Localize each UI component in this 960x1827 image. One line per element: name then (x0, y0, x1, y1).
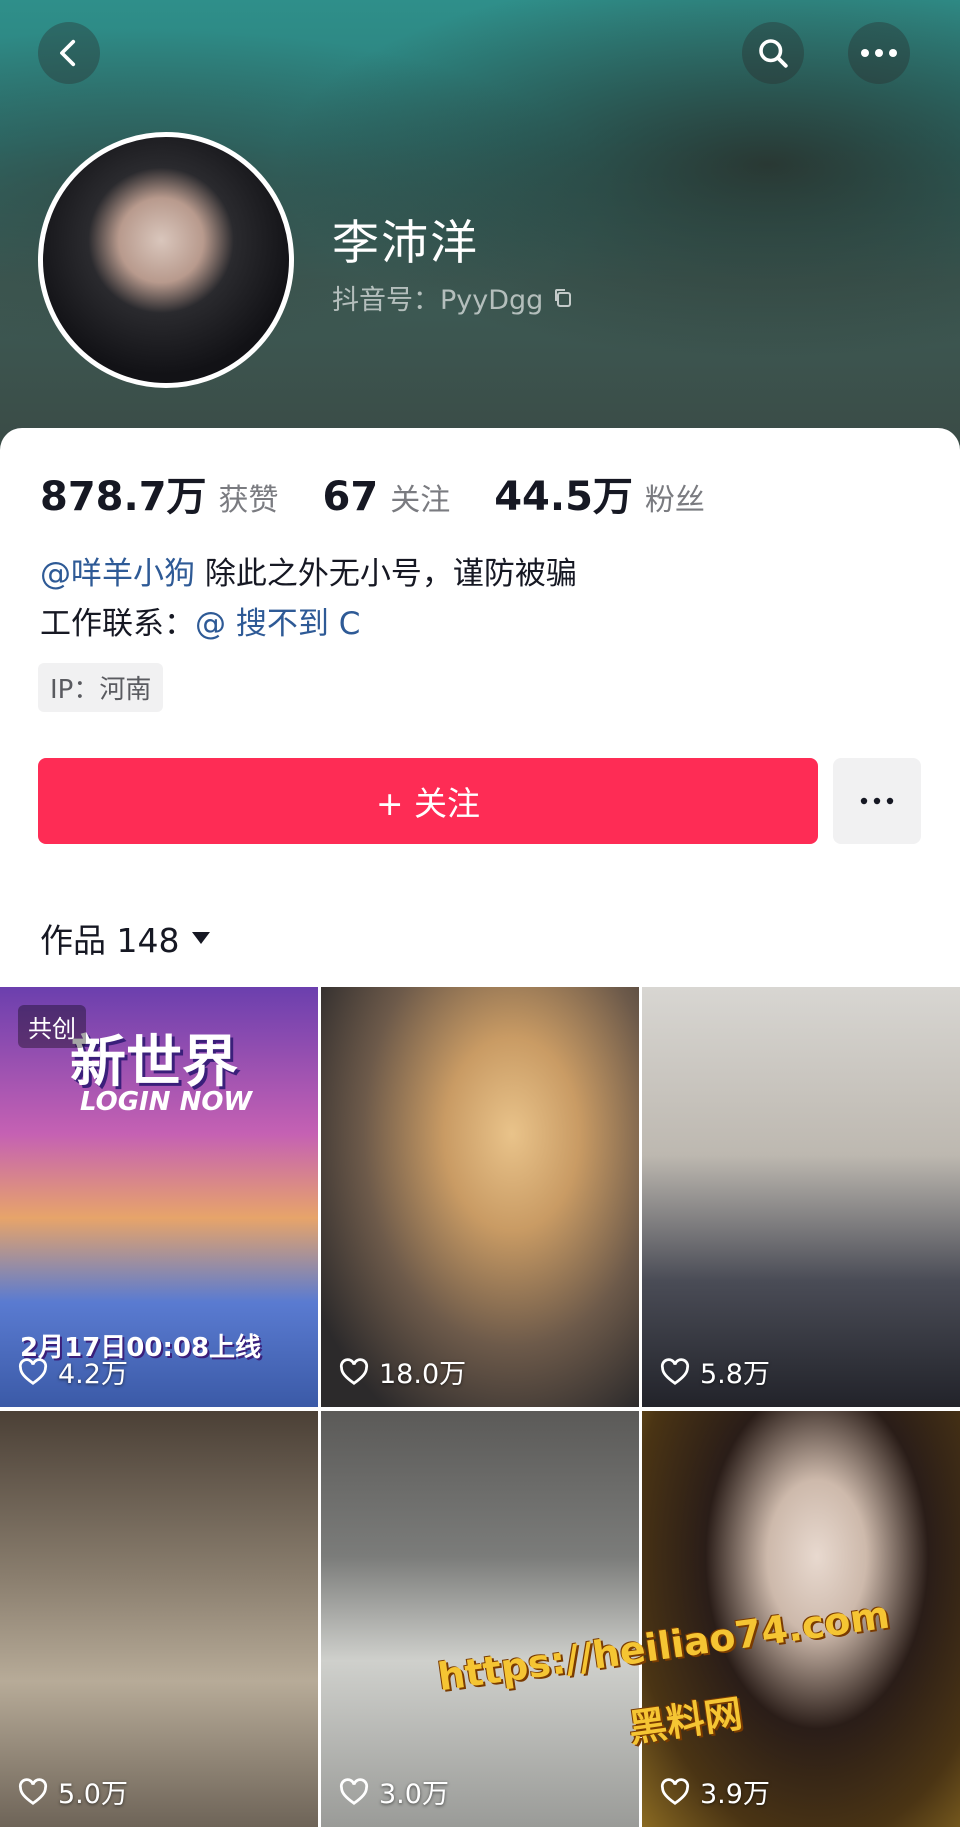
like-count: 4.2万 (18, 1352, 128, 1391)
video-tile[interactable]: 新世界 LOGIN NOW 2月17日00:08上线 共创 4.2万 (0, 987, 318, 1407)
stats-row: 878.7万 获赞 67 关注 44.5万 粉丝 (40, 464, 749, 522)
bio-text-2: 工作联系： (40, 606, 195, 642)
stat-followers-label[interactable]: 粉丝 (645, 475, 705, 519)
like-count: 3.9万 (660, 1772, 770, 1811)
like-count: 5.0万 (18, 1772, 128, 1811)
stat-likes-label: 获赞 (218, 483, 279, 518)
caret-down-icon (192, 932, 211, 944)
bio-text-1: 除此之外无小号，谨防被骗 (195, 556, 577, 592)
works-label: 作品 148 (40, 921, 180, 960)
like-count-value: 3.0万 (379, 1779, 449, 1810)
like-count-value: 18.0万 (379, 1359, 467, 1390)
stat-following-value[interactable]: 67 (323, 474, 379, 520)
bio-line-1: @咩羊小狗 除此之外无小号，谨防被骗 (40, 548, 577, 593)
heart-icon (660, 1777, 690, 1805)
stat-following-label[interactable]: 关注 (390, 475, 450, 519)
like-count-value: 4.2万 (58, 1359, 128, 1390)
video-tile[interactable]: 3.0万 (321, 1411, 639, 1827)
avatar[interactable] (38, 132, 294, 388)
works-tab[interactable]: 作品 148 (40, 914, 211, 962)
chevron-left-icon (60, 39, 76, 67)
ellipsis-icon (860, 797, 894, 805)
heart-icon (18, 1777, 48, 1805)
bio-mention-2[interactable]: @ 搜不到 C (195, 606, 360, 642)
profile-name: 李沛洋 (332, 216, 479, 271)
heart-icon (18, 1357, 48, 1385)
search-icon (759, 39, 788, 68)
co-create-badge: 共创 (18, 1005, 86, 1048)
poster-subtitle: LOGIN NOW (80, 1087, 253, 1117)
back-button[interactable] (38, 22, 100, 84)
bio-mention-1[interactable]: @咩羊小狗 (40, 556, 195, 592)
douyin-id-text: 抖音号：PyyDgg (332, 285, 544, 316)
like-count: 5.8万 (660, 1352, 770, 1391)
bio-line-2: 工作联系：@ 搜不到 C (40, 598, 360, 643)
heart-icon (660, 1357, 690, 1385)
stat-followers-value[interactable]: 44.5万 (494, 464, 633, 522)
copy-icon[interactable] (551, 286, 575, 310)
more-actions-button[interactable] (833, 758, 921, 844)
video-tile[interactable]: 5.8万 (642, 987, 960, 1407)
heart-icon (339, 1777, 369, 1805)
video-tile[interactable]: 5.0万 (0, 1411, 318, 1827)
ellipsis-icon (861, 49, 897, 57)
like-count-value: 5.0万 (58, 1779, 128, 1810)
stat-likes-value: 878.7万 (40, 474, 207, 520)
poster-title: 新世界 (70, 1030, 238, 1095)
heart-icon (339, 1357, 369, 1385)
douyin-id[interactable]: 抖音号：PyyDgg (332, 278, 575, 317)
ip-location-badge: IP：河南 (38, 663, 164, 712)
like-count: 3.0万 (339, 1772, 449, 1811)
more-button[interactable] (848, 22, 910, 84)
search-button[interactable] (742, 22, 804, 84)
follow-button[interactable]: + 关注 (38, 758, 818, 844)
like-count-value: 3.9万 (700, 1779, 770, 1810)
like-count-value: 5.8万 (700, 1359, 770, 1390)
video-tile[interactable]: 18.0万 (321, 987, 639, 1407)
like-count: 18.0万 (339, 1352, 466, 1391)
